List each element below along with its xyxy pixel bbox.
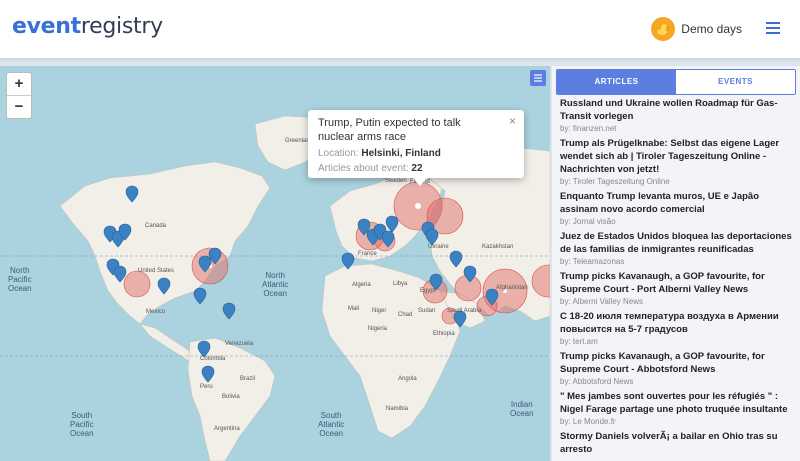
country-label: Ethiopia: [433, 331, 455, 337]
popup-tip: [413, 178, 427, 186]
country-label: France: [358, 251, 377, 257]
article-item[interactable]: С 18-20 июля температура воздуха в Армен…: [560, 310, 794, 347]
country-label: Sweden: [385, 178, 407, 184]
tab-events[interactable]: EVENTS: [676, 70, 795, 94]
popup-title[interactable]: Trump, Putin expected to talk nuclear ar…: [318, 116, 498, 144]
north-america-land: [59, 161, 271, 325]
list-icon: [534, 74, 542, 82]
country-label: Niger: [372, 308, 387, 314]
ocean-label: North Atlantic Ocean: [262, 271, 289, 298]
country-label: Namibia: [386, 406, 409, 412]
article-item[interactable]: Trump picks Kavanaugh, a GOP favourite, …: [560, 270, 794, 307]
tab-articles[interactable]: ARTICLES: [557, 70, 676, 94]
popup-count: Articles about event: 22: [318, 163, 423, 174]
country-label: Nigeria: [368, 326, 388, 332]
ocean-label: Indian Ocean: [510, 400, 534, 418]
country-label: Colombia: [200, 356, 226, 362]
country-label: Canada: [145, 223, 167, 229]
country-label: Brazil: [240, 376, 256, 382]
country-label: Afghanistan: [496, 285, 528, 291]
close-icon[interactable]: ×: [509, 114, 516, 128]
top-header: eventregistry Demo days: [0, 0, 800, 58]
side-panel: ARTICLES EVENTS Russland und Ukraine wol…: [552, 66, 800, 461]
country-label: Ukraine: [428, 244, 449, 250]
zoom-in-button[interactable]: +: [7, 73, 31, 96]
ocean-label: South Atlantic Ocean: [318, 411, 345, 438]
hamburger-menu-icon[interactable]: [766, 22, 780, 34]
ocean-label: South Pacific Ocean: [70, 411, 94, 438]
country-label: Kazakhstan: [482, 244, 514, 250]
article-item[interactable]: Enquanto Trump levanta muros, UE e Japão…: [560, 190, 794, 227]
country-label: Saudi Arabia: [447, 308, 482, 314]
zoom-control: + −: [6, 72, 32, 119]
map-pin-icon: [222, 302, 236, 320]
central-america-land: [139, 323, 196, 363]
country-label: Argentina: [214, 426, 240, 432]
article-item[interactable]: Russland und Ukraine wollen Roadmap für …: [560, 97, 794, 134]
country-label: Chad: [398, 312, 413, 318]
country-label: Mexico: [146, 309, 166, 315]
popup-location: Location: Helsinki, Finland: [318, 148, 441, 159]
country-label: Libya: [393, 281, 408, 287]
event-circle-us-west: [123, 270, 151, 298]
eventregistry-logo[interactable]: eventregistry: [12, 14, 163, 39]
zoom-out-button[interactable]: −: [7, 96, 31, 118]
user-menu[interactable]: Demo days: [651, 17, 742, 41]
event-popup: Trump, Putin expected to talk nuclear ar…: [308, 110, 524, 178]
article-item[interactable]: Trump als Prügelknabe: Selbst das eigene…: [560, 137, 794, 187]
country-label: Bolivia: [222, 394, 240, 400]
country-label: Mali: [348, 306, 360, 312]
country-label: Egypt: [420, 288, 436, 294]
article-item[interactable]: Trump picks Kavanaugh, a GOP favourite, …: [560, 350, 794, 387]
article-list: Russland und Ukraine wollen Roadmap für …: [560, 97, 794, 459]
country-label: Angola: [398, 376, 417, 382]
panel-tabs: ARTICLES EVENTS: [556, 69, 796, 95]
user-avatar: [651, 17, 676, 41]
map-pin-icon: [193, 287, 207, 305]
country-label: United States: [138, 268, 175, 274]
article-item[interactable]: " Mes jambes sont ouvertes pour les réfu…: [560, 390, 794, 427]
ocean-label: North Pacific Ocean: [8, 266, 32, 293]
country-label: Sudan: [418, 308, 436, 314]
duck-icon: [657, 24, 670, 35]
country-label: Peru: [200, 384, 213, 390]
country-label: Venezuela: [225, 341, 254, 347]
country-label: Algeria: [352, 282, 371, 288]
layers-toggle-button[interactable]: [530, 70, 546, 86]
article-item[interactable]: Juez de Estados Unidos bloquea las depor…: [560, 230, 794, 267]
article-item[interactable]: Stormy Daniels volverÃ¡ a bailar en Ohio…: [560, 430, 794, 456]
user-name: Demo days: [681, 22, 742, 36]
